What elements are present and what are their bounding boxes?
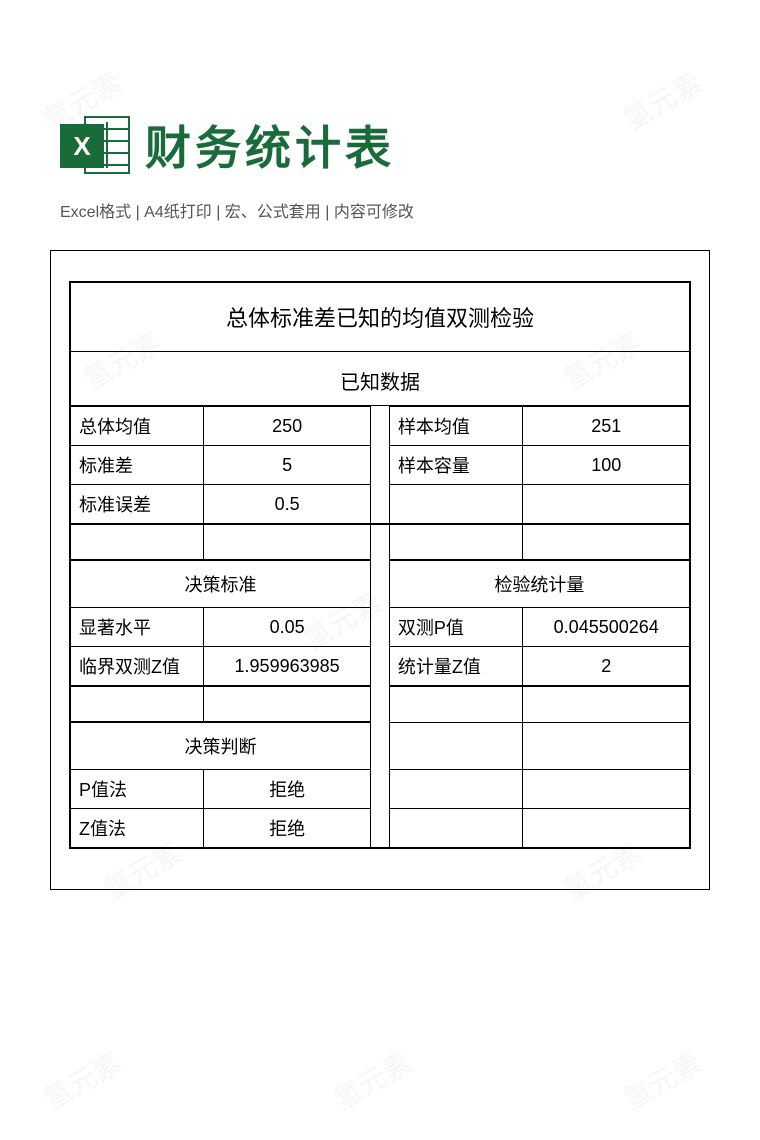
judge-p-label: P值法 bbox=[70, 770, 204, 809]
pop-mean-label: 总体均值 bbox=[70, 407, 204, 446]
decision-header: 决策标准 bbox=[70, 560, 371, 608]
spacer-row bbox=[70, 524, 690, 560]
critz-label: 临界双测Z值 bbox=[70, 647, 204, 687]
table-row: 显著水平 0.05 双测P值 0.045500264 bbox=[70, 608, 690, 647]
pop-mean-value: 250 bbox=[204, 407, 371, 446]
stderr-label: 标准误差 bbox=[70, 485, 204, 525]
pval-label: 双测P值 bbox=[389, 608, 523, 647]
zstat-value: 2 bbox=[523, 647, 690, 687]
known-data-header: 已知数据 bbox=[69, 352, 691, 406]
table-row: 决策标准 检验统计量 bbox=[70, 560, 690, 608]
sheet-title: 总体标准差已知的均值双测检验 bbox=[69, 281, 691, 352]
sig-label: 显著水平 bbox=[70, 608, 204, 647]
spacer-row bbox=[70, 686, 690, 722]
sample-size-label: 样本容量 bbox=[389, 446, 523, 485]
table-row: Z值法 拒绝 bbox=[70, 809, 690, 849]
watermark: 氢元素 bbox=[326, 1042, 419, 1119]
table-row: 决策判断 bbox=[70, 722, 690, 770]
excel-icon-letter: X bbox=[60, 124, 104, 168]
table-row: 总体均值 250 样本均值 251 bbox=[70, 407, 690, 446]
stddev-value: 5 bbox=[204, 446, 371, 485]
watermark: 氢元素 bbox=[36, 1042, 129, 1119]
page-header: X 财务统计表 bbox=[0, 0, 760, 198]
judge-p-value: 拒绝 bbox=[204, 770, 371, 809]
sample-mean-label: 样本均值 bbox=[389, 407, 523, 446]
teststat-header: 检验统计量 bbox=[389, 560, 690, 608]
judge-z-label: Z值法 bbox=[70, 809, 204, 849]
sample-mean-value: 251 bbox=[523, 407, 690, 446]
judge-z-value: 拒绝 bbox=[204, 809, 371, 849]
stddev-label: 标准差 bbox=[70, 446, 204, 485]
table-row: 标准差 5 样本容量 100 bbox=[70, 446, 690, 485]
known-data-table: 总体均值 250 样本均值 251 标准差 5 样本容量 100 标准误差 0.… bbox=[69, 406, 691, 849]
pval-value: 0.045500264 bbox=[523, 608, 690, 647]
table-row: P值法 拒绝 bbox=[70, 770, 690, 809]
sample-size-value: 100 bbox=[523, 446, 690, 485]
stderr-value: 0.5 bbox=[204, 485, 371, 525]
critz-value: 1.959963985 bbox=[204, 647, 371, 687]
table-row: 标准误差 0.5 bbox=[70, 485, 690, 525]
table-row: 临界双测Z值 1.959963985 统计量Z值 2 bbox=[70, 647, 690, 687]
page-title: 财务统计表 bbox=[145, 112, 395, 178]
sig-value: 0.05 bbox=[204, 608, 371, 647]
zstat-label: 统计量Z值 bbox=[389, 647, 523, 687]
watermark: 氢元素 bbox=[616, 1042, 709, 1119]
sheet-container: 总体标准差已知的均值双测检验 已知数据 总体均值 250 样本均值 251 标准… bbox=[50, 250, 710, 890]
judge-header: 决策判断 bbox=[70, 722, 371, 770]
page-subtitle: Excel格式 | A4纸打印 | 宏、公式套用 | 内容可修改 bbox=[0, 198, 760, 250]
excel-icon: X bbox=[60, 110, 130, 180]
